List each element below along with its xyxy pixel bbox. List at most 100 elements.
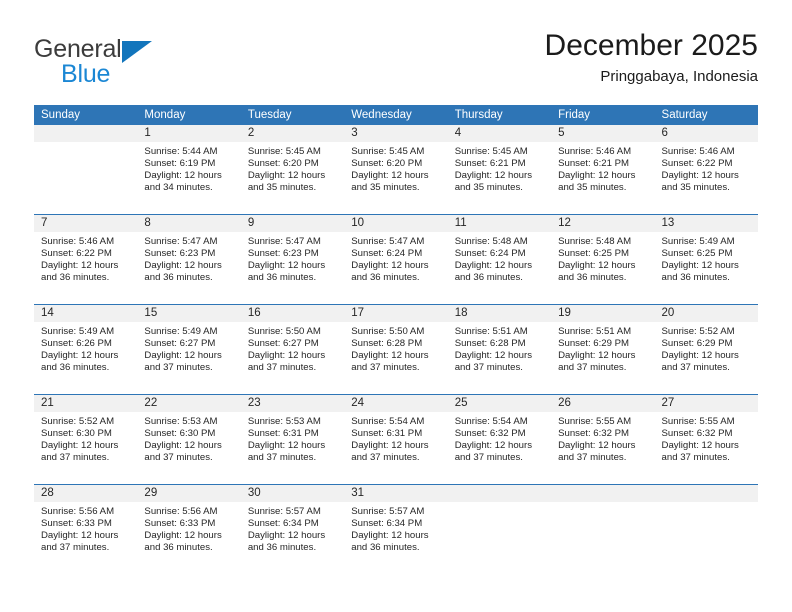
day-cell[interactable]: 17 Sunrise: 5:50 AM Sunset: 6:28 PM Dayl… [344, 304, 448, 395]
day-details: Sunrise: 5:45 AM Sunset: 6:21 PM Dayligh… [448, 142, 551, 194]
day-cell[interactable]: 14 Sunrise: 5:49 AM Sunset: 6:26 PM Dayl… [34, 304, 138, 395]
day-details: Sunrise: 5:47 AM Sunset: 6:23 PM Dayligh… [241, 232, 344, 284]
sunset-text: Sunset: 6:32 PM [454, 428, 526, 440]
sunset-text: Sunset: 6:26 PM [41, 338, 112, 350]
daylight-text-line2: and 35 minutes. [661, 182, 730, 194]
day-number [551, 485, 655, 502]
sunset-text: Sunset: 6:27 PM [144, 338, 216, 350]
daylight-text-line2: and 37 minutes. [351, 362, 420, 374]
day-number: 11 [447, 215, 552, 232]
daylight-text-line1: Daylight: 12 hours [144, 170, 222, 182]
sunrise-text: Sunrise: 5:56 AM [41, 506, 115, 517]
day-cell[interactable]: 7 Sunrise: 5:46 AM Sunset: 6:22 PM Dayli… [34, 214, 138, 305]
day-cell[interactable]: 22 Sunrise: 5:53 AM Sunset: 6:30 PM Dayl… [137, 394, 241, 485]
sunset-text: Sunset: 6:27 PM [247, 338, 319, 350]
day-number: 10 [344, 215, 448, 232]
day-cell[interactable]: 26 Sunrise: 5:55 AM Sunset: 6:32 PM Dayl… [551, 394, 655, 485]
day-cell[interactable]: 12 Sunrise: 5:48 AM Sunset: 6:25 PM Dayl… [551, 214, 655, 305]
day-number: 30 [240, 485, 345, 502]
sunset-text: Sunset: 6:24 PM [454, 248, 526, 260]
day-number: 23 [240, 395, 345, 412]
day-number [447, 485, 552, 502]
sunset-text: Sunset: 6:32 PM [558, 428, 630, 440]
day-cell[interactable]: 1 Sunrise: 5:44 AM Sunset: 6:19 PM Dayli… [137, 125, 241, 215]
day-cell[interactable]: 15 Sunrise: 5:49 AM Sunset: 6:27 PM Dayl… [137, 304, 241, 395]
sunrise-text: Sunrise: 5:56 AM [144, 506, 218, 517]
daylight-text-line1: Daylight: 12 hours [41, 440, 119, 452]
daylight-text-line2: and 37 minutes. [247, 452, 317, 464]
sunset-text: Sunset: 6:21 PM [454, 158, 526, 170]
day-cell[interactable]: 19 Sunrise: 5:51 AM Sunset: 6:29 PM Dayl… [551, 304, 655, 395]
day-number: 19 [551, 305, 655, 322]
daylight-text-line2: and 36 minutes. [144, 542, 213, 554]
day-cell[interactable]: 6 Sunrise: 5:46 AM Sunset: 6:22 PM Dayli… [654, 125, 758, 215]
day-cell[interactable] [654, 484, 758, 574]
calendar-page: General Blue December 2025 Pringgabaya, … [0, 0, 792, 612]
daylight-text-line2: and 36 minutes. [351, 272, 420, 284]
sunrise-text: Sunrise: 5:55 AM [661, 416, 735, 427]
daylight-text-line2: and 37 minutes. [144, 452, 213, 464]
daylight-text-line1: Daylight: 12 hours [351, 350, 429, 362]
logo-text-general: General [34, 35, 122, 63]
weekday-header-tuesday: Tuesday [240, 105, 345, 125]
day-cell[interactable]: 27 Sunrise: 5:55 AM Sunset: 6:32 PM Dayl… [654, 394, 758, 485]
day-details: Sunrise: 5:48 AM Sunset: 6:24 PM Dayligh… [448, 232, 551, 284]
day-details: Sunrise: 5:46 AM Sunset: 6:22 PM Dayligh… [655, 142, 758, 194]
day-number: 1 [137, 125, 241, 142]
sunrise-text: Sunrise: 5:57 AM [351, 506, 425, 517]
day-cell[interactable]: 8 Sunrise: 5:47 AM Sunset: 6:23 PM Dayli… [137, 214, 241, 305]
day-cell[interactable]: 30 Sunrise: 5:57 AM Sunset: 6:34 PM Dayl… [240, 484, 345, 574]
location-subtitle: Pringgabaya, Indonesia [600, 68, 758, 85]
day-cell[interactable]: 28 Sunrise: 5:56 AM Sunset: 6:33 PM Dayl… [34, 484, 138, 574]
week-row: 14 Sunrise: 5:49 AM Sunset: 6:26 PM Dayl… [34, 304, 758, 395]
sunset-text: Sunset: 6:25 PM [558, 248, 630, 260]
day-cell[interactable]: 21 Sunrise: 5:52 AM Sunset: 6:30 PM Dayl… [34, 394, 138, 485]
daylight-text-line1: Daylight: 12 hours [247, 440, 326, 452]
sunrise-text: Sunrise: 5:47 AM [144, 236, 218, 247]
day-cell[interactable]: 24 Sunrise: 5:54 AM Sunset: 6:31 PM Dayl… [344, 394, 448, 485]
day-cell[interactable]: 29 Sunrise: 5:56 AM Sunset: 6:33 PM Dayl… [137, 484, 241, 574]
day-cell[interactable]: 23 Sunrise: 5:53 AM Sunset: 6:31 PM Dayl… [240, 394, 345, 485]
day-cell[interactable]: 20 Sunrise: 5:52 AM Sunset: 6:29 PM Dayl… [654, 304, 758, 395]
day-cell[interactable]: 11 Sunrise: 5:48 AM Sunset: 6:24 PM Dayl… [447, 214, 552, 305]
daylight-text-line2: and 36 minutes. [41, 362, 110, 374]
daylight-text-line2: and 37 minutes. [144, 362, 213, 374]
day-details: Sunrise: 5:54 AM Sunset: 6:32 PM Dayligh… [448, 412, 551, 464]
sunrise-sunset-calendar: Sunday Monday Tuesday Wednesday Thursday… [34, 105, 758, 574]
day-cell[interactable] [34, 125, 138, 215]
day-cell[interactable]: 25 Sunrise: 5:54 AM Sunset: 6:32 PM Dayl… [447, 394, 552, 485]
day-cell[interactable]: 3 Sunrise: 5:45 AM Sunset: 6:20 PM Dayli… [344, 125, 448, 215]
sunset-text: Sunset: 6:22 PM [41, 248, 112, 260]
day-number: 18 [447, 305, 552, 322]
day-details: Sunrise: 5:56 AM Sunset: 6:33 PM Dayligh… [137, 502, 240, 554]
daylight-text-line1: Daylight: 12 hours [247, 530, 326, 542]
day-number [654, 485, 758, 502]
day-cell[interactable]: 5 Sunrise: 5:46 AM Sunset: 6:21 PM Dayli… [551, 125, 655, 215]
day-cell[interactable]: 18 Sunrise: 5:51 AM Sunset: 6:28 PM Dayl… [447, 304, 552, 395]
daylight-text-line2: and 37 minutes. [454, 452, 523, 464]
day-cell[interactable]: 2 Sunrise: 5:45 AM Sunset: 6:20 PM Dayli… [240, 125, 345, 215]
day-cell[interactable]: 4 Sunrise: 5:45 AM Sunset: 6:21 PM Dayli… [447, 125, 552, 215]
daylight-text-line2: and 36 minutes. [247, 542, 317, 554]
daylight-text-line2: and 37 minutes. [351, 452, 420, 464]
day-details: Sunrise: 5:54 AM Sunset: 6:31 PM Dayligh… [344, 412, 447, 464]
daylight-text-line1: Daylight: 12 hours [454, 170, 533, 182]
daylight-text-line1: Daylight: 12 hours [661, 440, 739, 452]
daylight-text-line2: and 37 minutes. [247, 362, 317, 374]
day-cell[interactable]: 16 Sunrise: 5:50 AM Sunset: 6:27 PM Dayl… [240, 304, 345, 395]
day-number: 9 [240, 215, 345, 232]
day-cell[interactable]: 13 Sunrise: 5:49 AM Sunset: 6:25 PM Dayl… [654, 214, 758, 305]
day-cell[interactable]: 31 Sunrise: 5:57 AM Sunset: 6:34 PM Dayl… [344, 484, 448, 574]
day-cell[interactable]: 10 Sunrise: 5:47 AM Sunset: 6:24 PM Dayl… [344, 214, 448, 305]
day-cell[interactable] [447, 484, 552, 574]
day-cell[interactable] [551, 484, 655, 574]
generalblue-logo[interactable]: General Blue [34, 36, 224, 92]
daylight-text-line1: Daylight: 12 hours [661, 350, 739, 362]
sunrise-text: Sunrise: 5:53 AM [144, 416, 218, 427]
daylight-text-line2: and 36 minutes. [661, 272, 730, 284]
day-number: 16 [240, 305, 345, 322]
day-details: Sunrise: 5:53 AM Sunset: 6:31 PM Dayligh… [241, 412, 344, 464]
day-cell[interactable]: 9 Sunrise: 5:47 AM Sunset: 6:23 PM Dayli… [240, 214, 345, 305]
day-number: 29 [137, 485, 241, 502]
daylight-text-line1: Daylight: 12 hours [247, 170, 326, 182]
